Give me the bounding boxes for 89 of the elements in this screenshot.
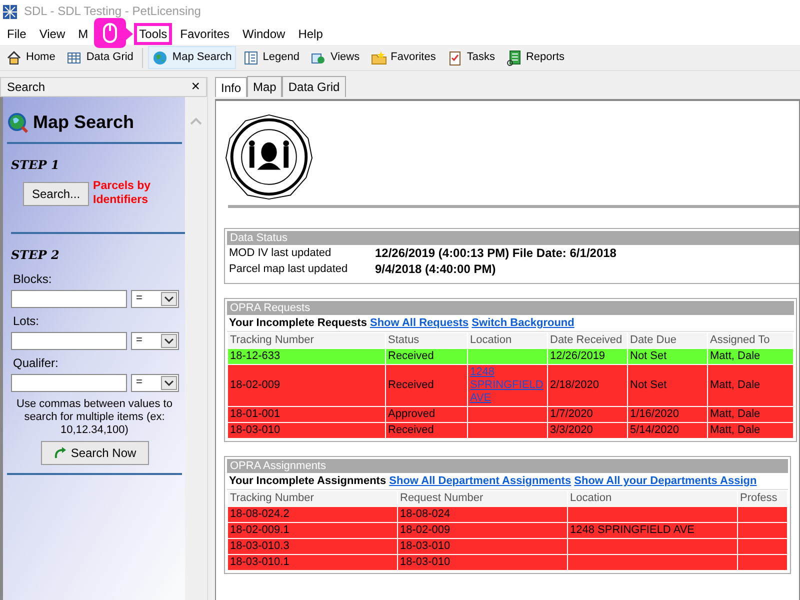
table-cell: Not Set (630, 379, 667, 391)
panel-heading: Map Search (33, 111, 134, 134)
section-header: OPRA Requests (227, 301, 794, 315)
column-header: Tracking Number (228, 490, 398, 506)
table-cell: 1/16/2020 (630, 408, 679, 420)
clipboard-check-icon (446, 50, 463, 66)
toolbar-button[interactable]: Tasks (442, 46, 499, 69)
refresh-arrow-icon (52, 446, 67, 460)
toolbar-button[interactable]: Favorites (366, 46, 440, 69)
section-header: Data Status (227, 231, 799, 245)
table-cell: Received (388, 379, 434, 391)
table-cell: Received (388, 424, 434, 436)
table-cell: Not Set (630, 350, 667, 362)
operator-dropdown[interactable]: = (131, 332, 179, 350)
table-cell: Matt, Dale (710, 408, 760, 420)
toolbar-button[interactable]: Views (306, 46, 364, 69)
table-icon (66, 50, 82, 66)
step-label: STEP 1 (11, 157, 60, 174)
header-link[interactable]: Show All Department Assignments (389, 475, 572, 487)
operator-dropdown[interactable]: = (131, 290, 179, 308)
toolbar-button[interactable]: Reports (502, 46, 569, 69)
tab[interactable]: Map (247, 76, 282, 97)
section-subtitle: Your Incomplete Requests (229, 317, 367, 329)
table-cell: 12/26/2019 (550, 350, 606, 362)
status-label: Parcel map last updated (229, 262, 349, 276)
column-header: Date Received (548, 332, 628, 348)
menu-item[interactable]: File (2, 22, 32, 44)
column-header: Location (568, 490, 738, 506)
table-cell: Matt, Dale (710, 379, 760, 391)
table-cell: Matt, Dale (710, 424, 760, 436)
step-label: STEP 2 (11, 246, 60, 264)
column-header: Tracking Number (228, 332, 386, 348)
table-cell: Approved (388, 408, 436, 420)
folder-star-icon (370, 50, 387, 66)
header-link[interactable]: Show All your Departments Assign (574, 475, 757, 487)
house-icon (6, 50, 22, 66)
caret-icon (161, 334, 177, 348)
field-label: Blocks: (13, 270, 53, 288)
close-button[interactable]: × (191, 76, 200, 98)
toolbar-button[interactable]: Map Search (148, 46, 236, 69)
table-cell: 3/3/2020 (550, 424, 593, 436)
menu-item[interactable]: Tools (134, 22, 172, 44)
globe-icon (152, 50, 168, 66)
header-link[interactable]: Switch Background (472, 317, 574, 329)
panel-title: Search (7, 79, 46, 96)
caret-icon (161, 292, 177, 306)
section-subtitle: Your Incomplete Assignments (229, 475, 386, 487)
menu-item[interactable]: Favorites (175, 22, 235, 44)
table-link[interactable]: 18-02-009 (230, 379, 280, 391)
menu-item[interactable]: View (34, 22, 70, 44)
status-value: 9/4/2018 (4:40:00 PM) (375, 262, 496, 276)
header-link[interactable]: Show All Requests (370, 317, 469, 329)
field-label: Qualifer: (13, 354, 60, 372)
status-value: 12/26/2019 (4:00:13 PM) File Date: 6/1/2018 (375, 246, 616, 260)
search-button[interactable]: Search... (23, 182, 90, 206)
input-field[interactable] (11, 374, 127, 392)
column-header: Status (386, 332, 468, 348)
toolbar-button[interactable]: Home (2, 46, 60, 69)
tab[interactable]: Info (215, 77, 248, 97)
table-cell: 5/14/2020 (630, 424, 679, 436)
column-header: Request Number (398, 490, 568, 506)
table-cell: 1/7/2020 (550, 408, 593, 420)
field-label: Lots: (13, 312, 40, 330)
menu-item[interactable]: Help (293, 22, 328, 44)
window-title: SDL - SDL Testing - PetLicensing (24, 3, 201, 20)
toolbar-button[interactable]: Data Grid (62, 46, 138, 69)
status-label: MOD IV last updated (229, 246, 332, 260)
table-cell: Matt, Dale (710, 350, 760, 362)
table-cell: 2/18/2020 (550, 379, 599, 391)
menu-item[interactable]: M (73, 22, 94, 44)
input-field[interactable] (11, 332, 127, 350)
list-panel-icon (242, 50, 259, 66)
section-header: OPRA Assignments (227, 459, 788, 473)
search-now-button[interactable]: Search Now (40, 441, 148, 466)
search-type-label: Parcels by Identifiers (93, 180, 152, 208)
mouse-icon (103, 23, 118, 43)
tab[interactable]: Data Grid (282, 76, 346, 97)
column-header: Assigned To (708, 332, 794, 348)
toolbar-button[interactable]: Legend (238, 46, 304, 69)
input-field[interactable] (11, 290, 127, 308)
operator-dropdown[interactable]: = (131, 374, 179, 392)
hint-text: Use commas between values to search for multiple items (ex: 10,12.34,100) (16, 398, 174, 438)
menu-item[interactable]: Window (238, 22, 290, 44)
column-header: Location (468, 332, 548, 348)
column-header: Date Due (628, 332, 708, 348)
column-header: Profess (738, 490, 788, 506)
ledger-icon (506, 50, 522, 66)
caret-icon (161, 376, 177, 390)
table-cell: Received (388, 350, 434, 362)
